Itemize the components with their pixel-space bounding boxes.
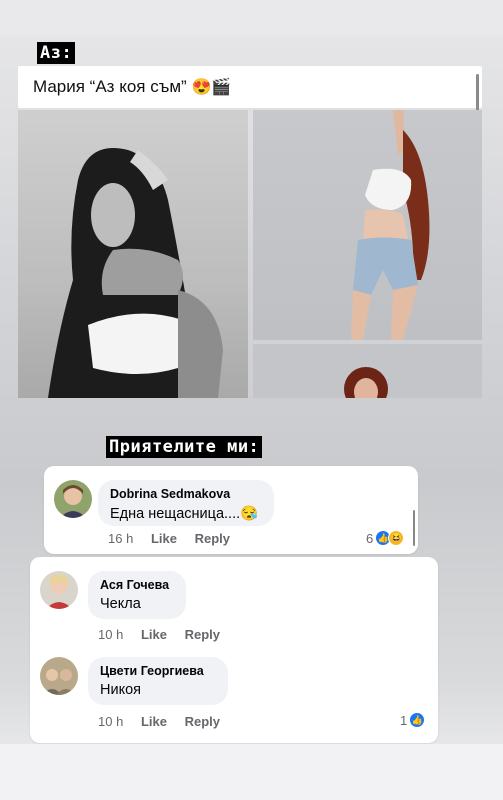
- avatar-image: [40, 571, 78, 609]
- reaction-count: 6: [366, 530, 374, 546]
- story-top-bar: [0, 0, 503, 36]
- post-photo-1[interactable]: [18, 110, 248, 398]
- post-caption-emoji: 😍🎬: [191, 79, 232, 96]
- reply-button[interactable]: Reply: [195, 531, 230, 546]
- comment-time[interactable]: 10 h: [98, 627, 123, 642]
- comment-emoji: 😪: [240, 506, 259, 522]
- comment-bubble: Dobrina Sedmakova Една нещасница....😪: [98, 480, 274, 526]
- like-button[interactable]: Like: [141, 714, 167, 729]
- comment-meta: 10 h Like Reply: [98, 627, 234, 642]
- comment-author[interactable]: Цвети Георгиева: [100, 664, 216, 678]
- comment-bubble: Цвети Георгиева Никоя: [88, 657, 228, 705]
- reaction-summary[interactable]: 1 👍: [400, 712, 426, 728]
- model-standing-image: [351, 110, 430, 340]
- like-icon: 👍: [409, 712, 426, 728]
- comment-card: Ася Гочева Чекла 10 h Like Reply Цвети Г…: [30, 557, 438, 743]
- comment-time[interactable]: 10 h: [98, 714, 123, 729]
- avatar[interactable]: [54, 480, 92, 518]
- comment-author[interactable]: Dobrina Sedmakova: [110, 487, 262, 501]
- reaction-count: 1: [400, 712, 408, 728]
- story-text-friends: Приятелите ми:: [106, 436, 263, 458]
- post-caption-text: Мария “Аз коя съм”: [33, 77, 187, 96]
- post-photo-2[interactable]: [253, 110, 482, 340]
- comment-author[interactable]: Ася Гочева: [100, 578, 174, 592]
- comment-card: Dobrina Sedmakova Една нещасница....😪 16…: [44, 466, 418, 554]
- comment-time[interactable]: 16 h: [108, 531, 133, 546]
- avatar-image: [40, 657, 78, 695]
- haha-icon: 😆: [388, 530, 405, 546]
- post-photo-3[interactable]: [253, 344, 482, 398]
- comment-text: Една нещасница....😪: [110, 505, 262, 522]
- post-header: Мария “Аз коя съм” 😍🎬: [18, 66, 482, 114]
- model-portrait-image: [344, 367, 388, 398]
- like-button[interactable]: Like: [151, 531, 177, 546]
- post-caption: Мария “Аз коя съм” 😍🎬: [33, 77, 231, 97]
- story-text-me: Аз:: [37, 42, 76, 64]
- portrait-bw-image: [48, 148, 223, 398]
- reaction-summary[interactable]: 6 👍 😆: [366, 530, 405, 546]
- reply-button[interactable]: Reply: [185, 627, 220, 642]
- scrollbar[interactable]: [413, 510, 415, 546]
- comment-bubble: Ася Гочева Чекла: [88, 571, 186, 619]
- avatar[interactable]: [40, 657, 78, 695]
- scrollbar[interactable]: [476, 74, 479, 114]
- comment-text: Чекла: [100, 596, 141, 612]
- comment-meta: 10 h Like Reply: [98, 714, 234, 729]
- comment-text-body: Една нещасница....: [110, 506, 241, 522]
- story-bottom-bar: [0, 744, 503, 800]
- avatar-image: [54, 480, 92, 518]
- avatar[interactable]: [40, 571, 78, 609]
- comment-meta: 16 h Like Reply: [108, 531, 244, 546]
- comment-text: Никоя: [100, 682, 141, 698]
- like-button[interactable]: Like: [141, 627, 167, 642]
- reply-button[interactable]: Reply: [185, 714, 220, 729]
